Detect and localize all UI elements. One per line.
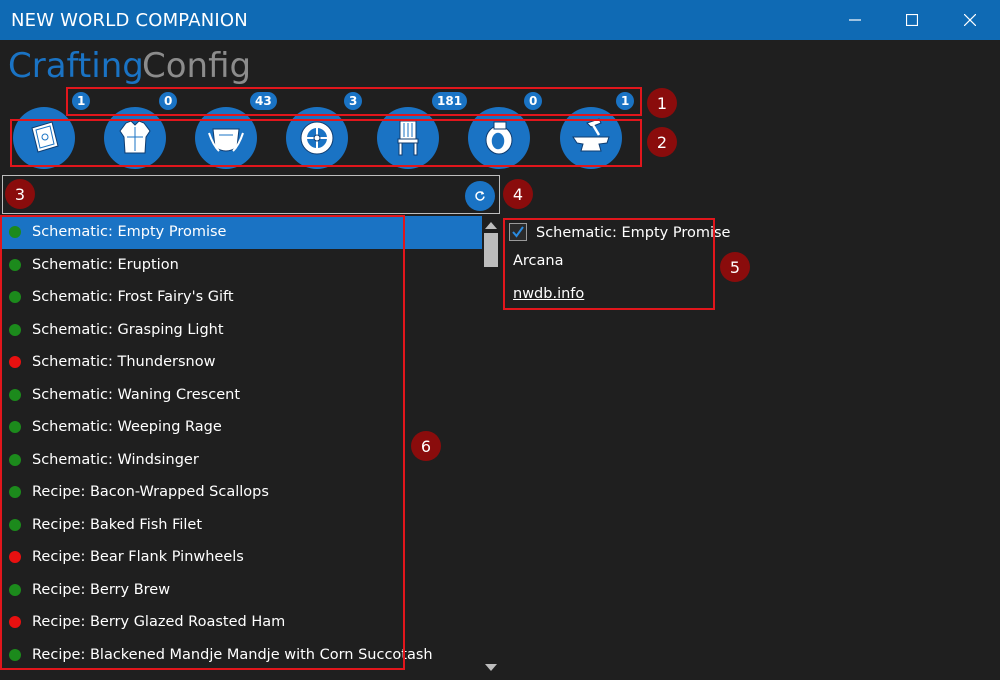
status-dot: [9, 583, 21, 596]
tab-crafting[interactable]: Crafting: [8, 46, 144, 86]
list-item[interactable]: Recipe: Berry Glazed Roasted Ham: [2, 606, 482, 639]
engineering-count-badge: 3: [344, 92, 363, 110]
category-weaponsmithing-button[interactable]: [560, 107, 622, 169]
search-input[interactable]: [3, 176, 443, 213]
refresh-icon: [475, 191, 485, 201]
category-engineering-button[interactable]: [286, 107, 348, 169]
list-item-label: Recipe: Baked Fish Filet: [32, 516, 203, 533]
status-dot: [9, 421, 21, 434]
list-item[interactable]: Recipe: Bacon-Wrapped Scallops: [2, 476, 482, 509]
detail-category: Arcana: [513, 253, 564, 269]
status-dot: [9, 226, 21, 239]
detail-panel: Schematic: Empty Promise Arcana nwdb.inf…: [504, 219, 730, 309]
maximize-icon: [906, 14, 918, 26]
weaponsmithing-anvil-icon: [572, 118, 610, 152]
list-item[interactable]: Recipe: Blackened Mandje Mandje with Cor…: [2, 639, 482, 672]
arrow-up-icon: [485, 222, 497, 229]
scroll-down-button[interactable]: [484, 662, 498, 674]
annotation-marker-2: 2: [647, 127, 677, 157]
annotation-marker-3: 3: [5, 179, 35, 209]
app-title: NEW WORLD COMPANION: [11, 10, 248, 31]
furnishing-count-badge: 181: [432, 92, 468, 110]
annotation-marker-4: 4: [503, 179, 533, 209]
list-item[interactable]: Schematic: Waning Crescent: [2, 379, 482, 412]
title-bar: NEW WORLD COMPANION: [0, 0, 1000, 40]
search-box: [2, 175, 500, 214]
list-item[interactable]: Schematic: Grasping Light: [2, 314, 482, 347]
list-item-label: Schematic: Thundersnow: [32, 354, 216, 371]
tab-config[interactable]: Config: [142, 46, 251, 86]
status-dot: [9, 291, 21, 304]
status-dot: [9, 648, 21, 661]
jewelcrafting-ring-icon: [485, 121, 513, 155]
armoring-armor-icon: [119, 120, 151, 154]
arcana-book-icon: [31, 121, 59, 153]
list-item-label: Recipe: Blackened Mandje Mandje with Cor…: [32, 646, 433, 663]
cooking-pot-icon: [208, 128, 244, 152]
engineering-gear-icon: [300, 121, 334, 155]
list-item-label: Schematic: Grasping Light: [32, 321, 224, 338]
scrollbar-thumb[interactable]: [484, 233, 498, 267]
annotation-marker-1: 1: [647, 88, 677, 118]
list-item[interactable]: Schematic: Eruption: [2, 249, 482, 282]
category-arcana-button[interactable]: [13, 107, 75, 169]
minimize-icon: [849, 19, 861, 21]
cooking-count-badge: 43: [250, 92, 277, 110]
list-item[interactable]: Recipe: Baked Fish Filet: [2, 509, 482, 542]
status-dot: [9, 258, 21, 271]
status-dot: [9, 551, 21, 564]
arrow-down-icon: [485, 664, 497, 671]
status-dot: [9, 616, 21, 629]
list-item-label: Schematic: Windsinger: [32, 451, 199, 468]
furnishing-chair-icon: [397, 120, 419, 156]
list-item-label: Recipe: Berry Brew: [32, 581, 171, 598]
close-icon: [964, 14, 976, 26]
list-item[interactable]: Schematic: Frost Fairy's Gift: [2, 281, 482, 314]
list-item[interactable]: Recipe: Bear Flank Pinwheels: [2, 541, 482, 574]
list-item[interactable]: Recipe: Berry Brew: [2, 574, 482, 607]
status-dot: [9, 323, 21, 336]
category-armoring-button[interactable]: [104, 107, 166, 169]
learned-checkbox[interactable]: [509, 223, 527, 241]
status-dot: [9, 486, 21, 499]
list-item-label: Schematic: Frost Fairy's Gift: [32, 289, 234, 306]
armoring-count-badge: 0: [159, 92, 178, 110]
scroll-up-button[interactable]: [484, 219, 498, 231]
weaponsmithing-count-badge: 1: [616, 92, 635, 110]
category-cooking-button[interactable]: [195, 107, 257, 169]
status-dot: [9, 453, 21, 466]
annotation-marker-6: 6: [411, 431, 441, 461]
list-item-label: Recipe: Bear Flank Pinwheels: [32, 549, 244, 566]
list-item-label: Schematic: Waning Crescent: [32, 386, 241, 403]
minimize-button[interactable]: [826, 0, 884, 40]
annotation-marker-5: 5: [720, 252, 750, 282]
arcana-count-badge: 1: [72, 92, 91, 110]
category-furnishing-button[interactable]: [377, 107, 439, 169]
list-item[interactable]: Schematic: Weeping Rage: [2, 411, 482, 444]
list-item-label: Recipe: Berry Glazed Roasted Ham: [32, 614, 286, 631]
status-dot: [9, 388, 21, 401]
maximize-button[interactable]: [883, 0, 941, 40]
list-item-label: Schematic: Weeping Rage: [32, 419, 222, 436]
list-item[interactable]: Schematic: Windsinger: [2, 444, 482, 477]
category-jewelcrafting-button[interactable]: [468, 107, 530, 169]
status-dot: [9, 356, 21, 369]
status-dot: [9, 518, 21, 531]
jewelcrafting-count-badge: 0: [524, 92, 543, 110]
checkmark-icon: [512, 226, 524, 238]
list-item[interactable]: Schematic: Empty Promise: [2, 216, 482, 249]
nwdb-link[interactable]: nwdb.info: [513, 286, 584, 302]
list-item[interactable]: Schematic: Thundersnow: [2, 346, 482, 379]
close-button[interactable]: [941, 0, 999, 40]
recipe-list: Schematic: Empty Promise Schematic: Erupt…: [2, 216, 482, 680]
list-item-label: Schematic: Empty Promise: [32, 224, 227, 241]
list-item-label: Schematic: Eruption: [32, 256, 179, 273]
list-item-label: Recipe: Bacon-Wrapped Scallops: [32, 484, 269, 501]
refresh-button[interactable]: [465, 181, 495, 211]
detail-title: Schematic: Empty Promise: [536, 225, 731, 241]
